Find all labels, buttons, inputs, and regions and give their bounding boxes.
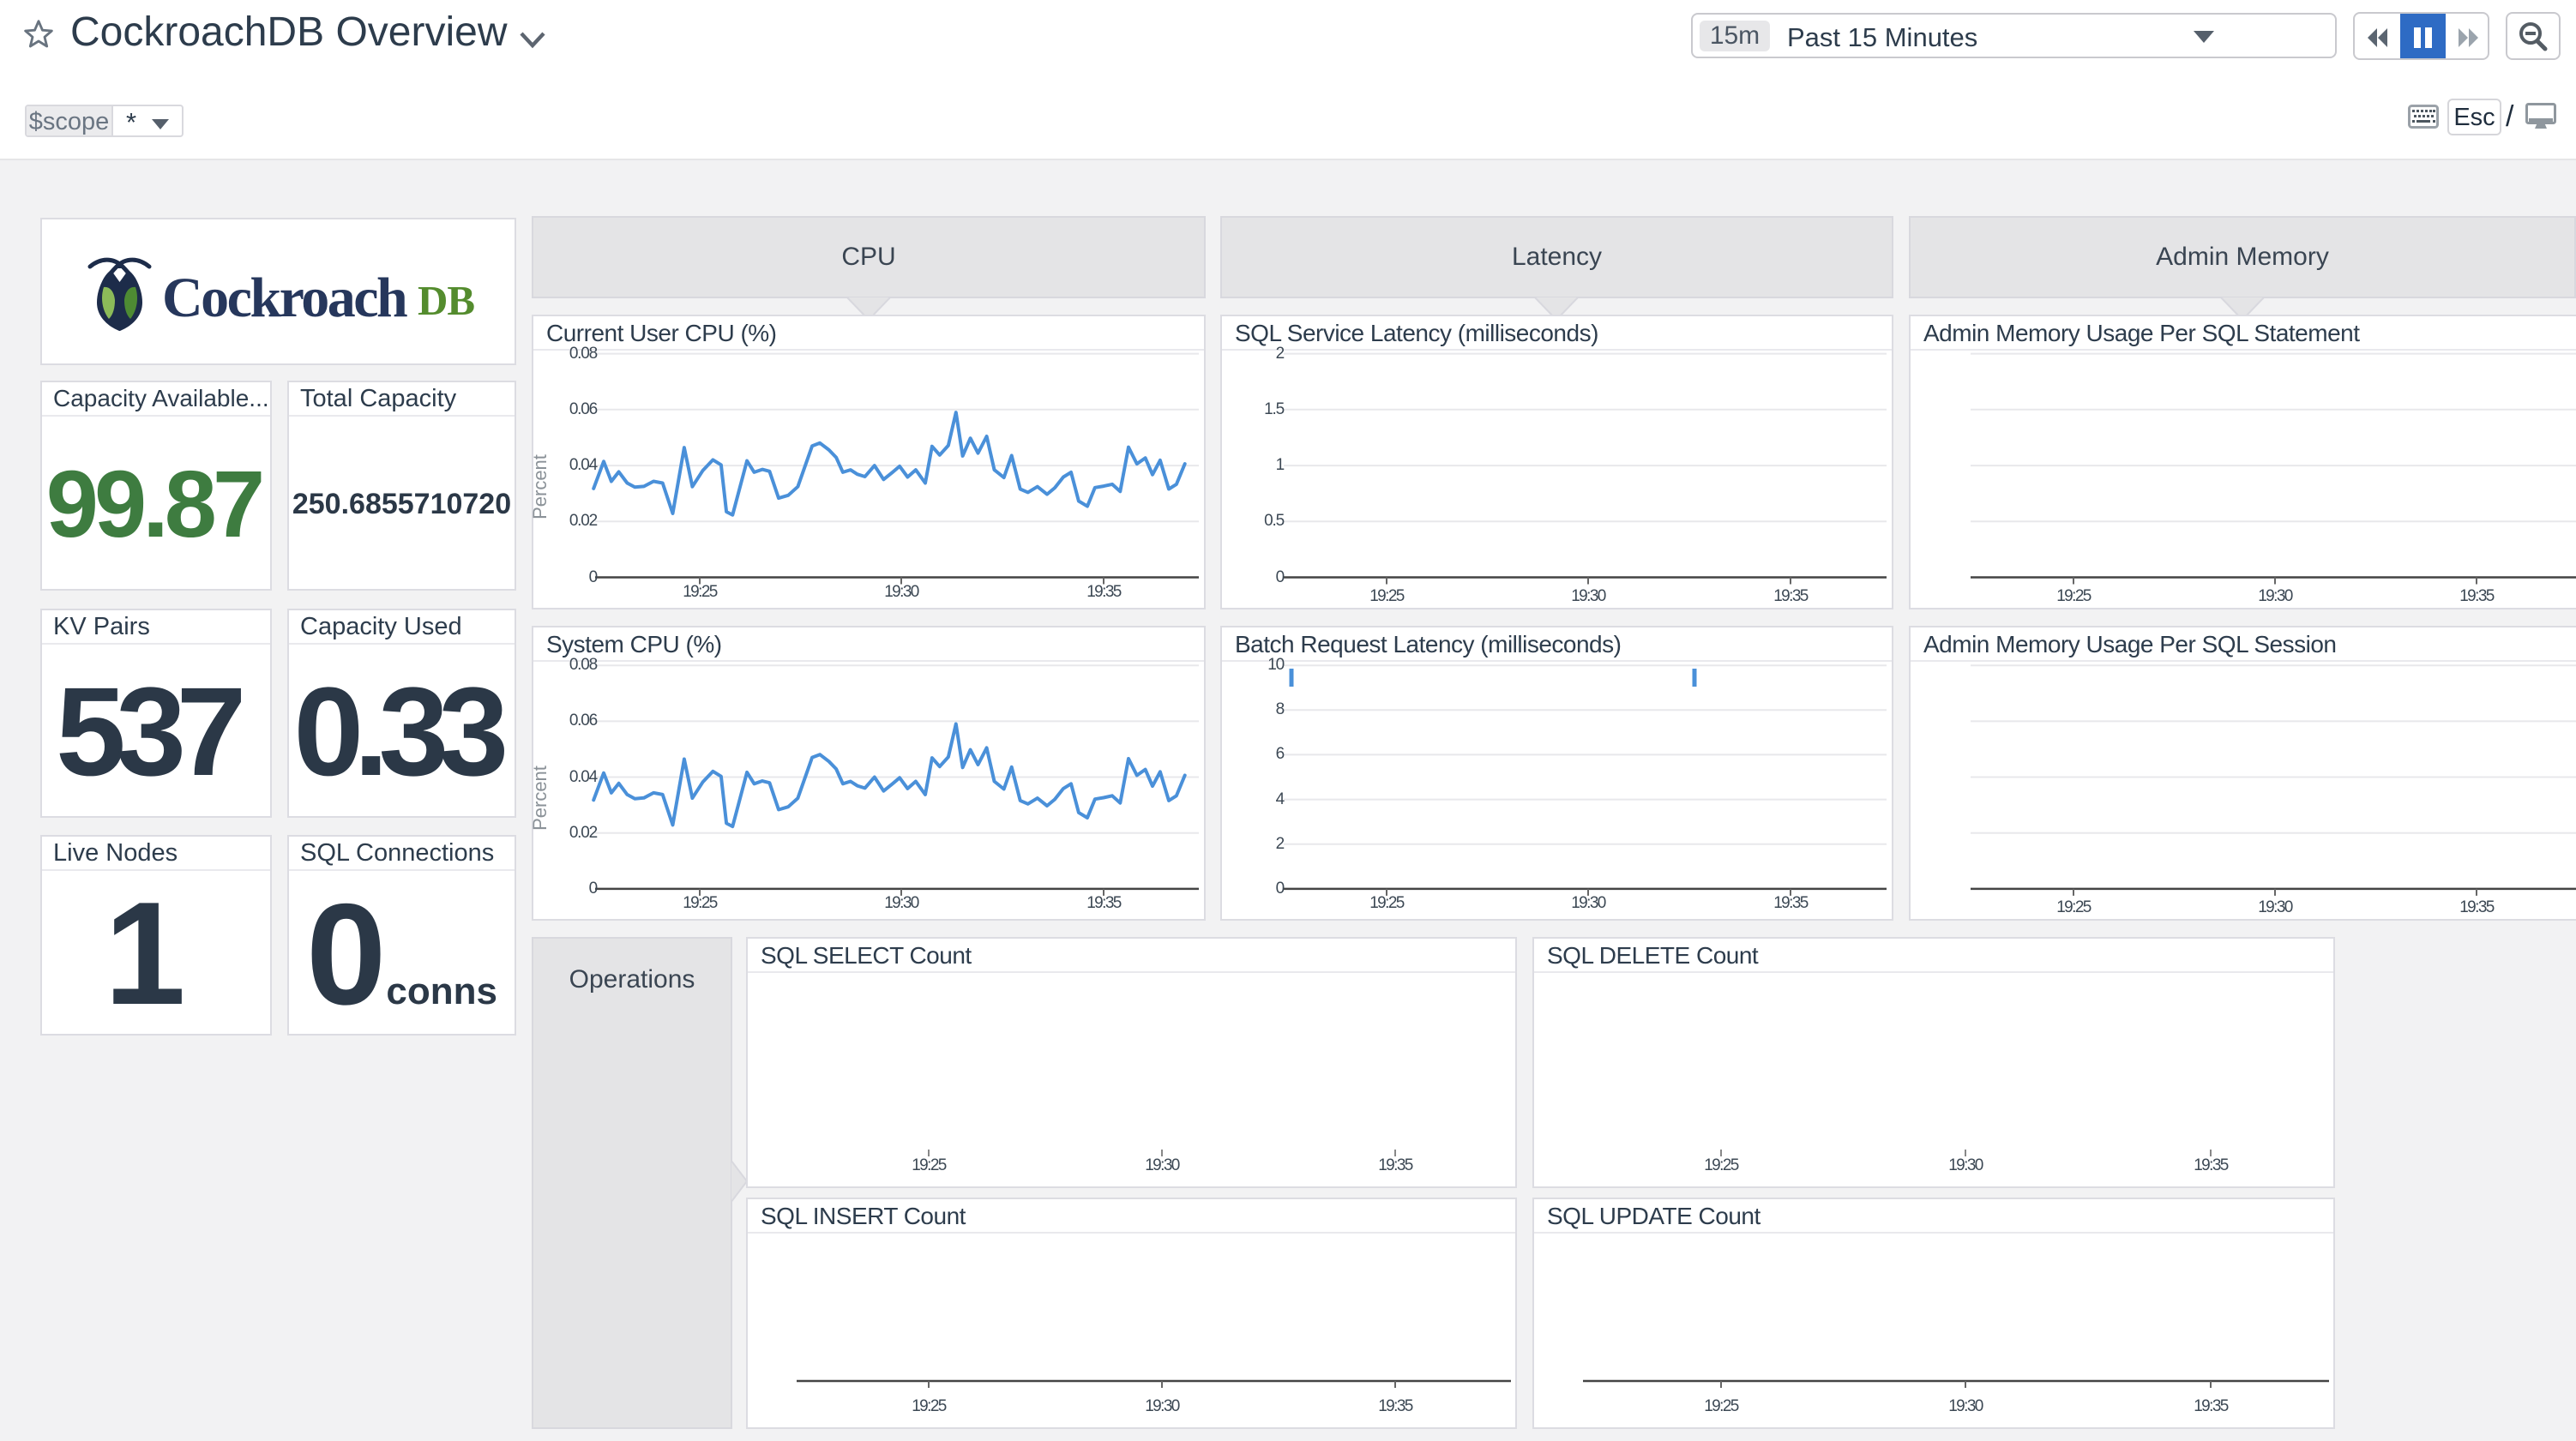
svg-text:DB: DB: [418, 277, 474, 324]
svg-text:Cockroach: Cockroach: [162, 267, 407, 329]
